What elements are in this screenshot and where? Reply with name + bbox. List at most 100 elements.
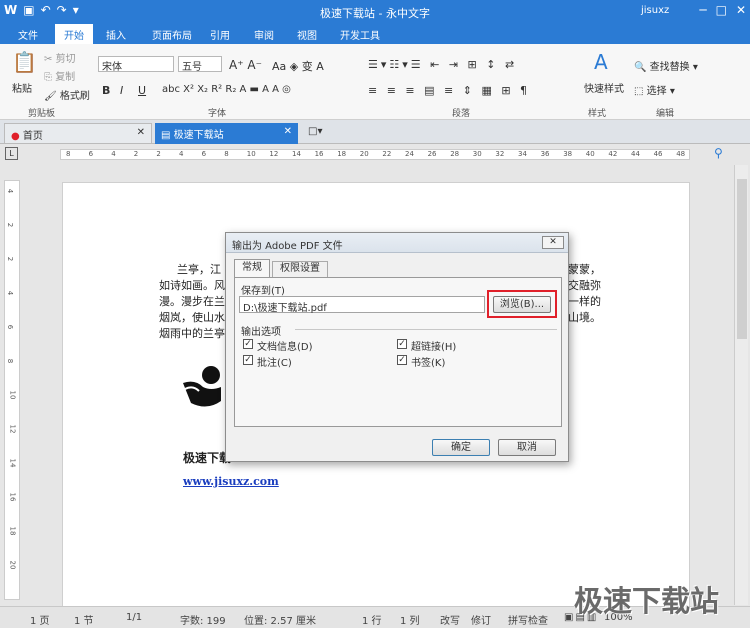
tab-references[interactable]: 引用 bbox=[210, 27, 230, 42]
paste-button[interactable]: 粘贴 bbox=[12, 80, 32, 95]
paste-icon[interactable]: 📋 bbox=[12, 50, 37, 74]
location-pin-icon[interactable]: ⚲ bbox=[714, 146, 730, 163]
cut-button[interactable]: ✂ 剪切 bbox=[44, 50, 76, 65]
dialog-titlebar: 输出为 Adobe PDF 文件 ✕ bbox=[226, 233, 568, 253]
hyperlink-checkbox[interactable]: ✓ bbox=[397, 339, 407, 349]
ruler-tick-label: 32 bbox=[495, 150, 505, 158]
quick-style-icon[interactable]: A bbox=[594, 50, 608, 74]
tab-review[interactable]: 审阅 bbox=[254, 27, 274, 42]
ruler-tick-label: 28 bbox=[450, 150, 460, 158]
vruler-tick-label: 20 bbox=[8, 560, 17, 570]
text-effects-icons[interactable]: abc X² X₂ R² R₂ A ▬ A A ◎ bbox=[162, 84, 291, 95]
doc-text-line4-end: 山境。 bbox=[568, 311, 601, 324]
vruler-tick-label: 14 bbox=[8, 458, 17, 468]
select-button[interactable]: ⬚ 选择 ▾ bbox=[634, 82, 675, 97]
hyperlink-label: 超链接(H) bbox=[411, 342, 457, 353]
comments-checkbox[interactable]: ✓ bbox=[243, 355, 253, 365]
maximize-icon[interactable]: □ bbox=[716, 3, 727, 17]
ruler-tick-label: 26 bbox=[427, 150, 437, 158]
vruler-tick-label: 2 bbox=[6, 256, 15, 262]
logo-image[interactable] bbox=[181, 361, 227, 411]
status-col: 1 列 bbox=[400, 616, 420, 627]
tab-insert[interactable]: 插入 bbox=[106, 27, 126, 42]
cancel-button[interactable]: 取消 bbox=[498, 439, 556, 456]
comments-label: 批注(C) bbox=[257, 358, 292, 369]
ruler-tick-label: 6 bbox=[88, 150, 94, 158]
doc-text-line1-end: 蒙蒙， bbox=[568, 263, 601, 276]
title-bar: W ▣ ↶ ↷ ▾ 极速下载站 - 永中文字 jisuxz ─ □ ✕ bbox=[0, 0, 750, 24]
tab-home[interactable]: 开始 bbox=[55, 24, 93, 44]
copy-button[interactable]: ⎘ 复制 bbox=[44, 68, 75, 83]
list-buttons[interactable]: ☰▾☷▾☰ ⇤ ⇥ ⊞ ↕ ⇄ bbox=[368, 58, 517, 71]
style-group-label: 样式 bbox=[588, 109, 607, 119]
docinfo-label: 文档信息(D) bbox=[257, 342, 313, 353]
close-tab-icon[interactable]: ✕ bbox=[137, 127, 145, 138]
tab-view[interactable]: 视图 bbox=[297, 27, 317, 42]
status-words: 字数: 199 bbox=[180, 616, 226, 627]
tab-permissions[interactable]: 权限设置 bbox=[272, 261, 328, 277]
font-size-select[interactable]: 五号 bbox=[178, 56, 222, 73]
font-group-label: 字体 bbox=[208, 109, 227, 119]
ruler-tick-label: 48 bbox=[676, 150, 686, 158]
ruler-tick-label: 44 bbox=[631, 150, 640, 158]
docinfo-checkbox[interactable]: ✓ bbox=[243, 339, 253, 349]
bookmarks-label: 书签(K) bbox=[411, 358, 446, 369]
format-painter-button[interactable]: 🖌 格式刷 bbox=[44, 87, 90, 102]
doc-tab-home[interactable]: ● 首页 ✕ bbox=[4, 123, 152, 144]
status-pages: 1/1 bbox=[126, 612, 143, 623]
doc-text-line2-end: 交融弥 bbox=[568, 279, 601, 292]
ok-button[interactable]: 确定 bbox=[432, 439, 490, 456]
doc-text-line4-start: 烟岚，使山水 bbox=[159, 311, 225, 324]
tab-developer[interactable]: 开发工具 bbox=[340, 27, 380, 42]
find-replace-button[interactable]: 🔍 查找替换 ▾ bbox=[634, 58, 698, 73]
tab-page-layout[interactable]: 页面布局 bbox=[152, 27, 192, 42]
vruler-tick-label: 4 bbox=[6, 290, 15, 296]
bold-button[interactable]: B bbox=[102, 84, 110, 97]
ruler-tick-label: 18 bbox=[337, 150, 347, 158]
status-spellcheck[interactable]: 拼写检查 bbox=[508, 612, 548, 627]
italic-button[interactable]: I bbox=[120, 84, 123, 97]
ruler-tick-label: 22 bbox=[382, 150, 392, 158]
vertical-scrollbar[interactable] bbox=[734, 165, 748, 605]
user-name[interactable]: jisuxz bbox=[641, 5, 669, 16]
status-revise[interactable]: 修订 bbox=[471, 612, 491, 627]
status-position: 位置: 2.57 厘米 bbox=[244, 616, 316, 627]
dialog-panel: 保存到(T) D:\极速下载站.pdf 浏览(B)... 输出选项 ✓ 文档信息… bbox=[234, 277, 562, 427]
horizontal-ruler[interactable]: L 8 6 4 2 2 4 6 8 10 12 14 16 18 20 22 24 26 28 30 32 34 36 38… bbox=[0, 144, 750, 164]
tab-general[interactable]: 常规 bbox=[234, 259, 270, 277]
ruler-tick-label: 4 bbox=[179, 150, 184, 158]
minimize-icon[interactable]: ─ bbox=[699, 3, 706, 17]
doc-tab-active[interactable]: ▤ 极速下载站 ✕ bbox=[155, 123, 298, 144]
ruler-tick-label: 30 bbox=[472, 150, 482, 158]
vruler-tick-label: 6 bbox=[6, 324, 15, 330]
new-tab-button[interactable]: □▾ bbox=[302, 123, 328, 144]
bookmarks-checkbox[interactable]: ✓ bbox=[397, 355, 407, 365]
close-icon[interactable]: ✕ bbox=[736, 3, 746, 17]
save-path-input[interactable]: D:\极速下载站.pdf bbox=[239, 296, 485, 314]
dialog-close-icon[interactable]: ✕ bbox=[542, 236, 564, 249]
doc-link[interactable]: www.jisuxz.com bbox=[183, 475, 279, 488]
font-tools-icons[interactable]: Aa ◈ 变 A bbox=[272, 58, 324, 74]
export-pdf-dialog: 输出为 Adobe PDF 文件 ✕ 常规 权限设置 保存到(T) D:\极速下… bbox=[225, 232, 569, 462]
ruler-tick-label: 20 bbox=[359, 150, 369, 158]
grow-font-icon[interactable]: A⁺ A⁻ bbox=[229, 58, 262, 72]
browse-button[interactable]: 浏览(B)... bbox=[493, 296, 551, 313]
doc-text-line3-end: 一样的 bbox=[568, 295, 601, 308]
close-tab-icon[interactable]: ✕ bbox=[284, 126, 292, 137]
status-section: 1 节 bbox=[74, 616, 94, 627]
quick-style-button[interactable]: 快速样式 bbox=[584, 80, 624, 95]
document-icon: ▤ bbox=[161, 130, 171, 141]
tab-file[interactable]: 文件 bbox=[18, 27, 38, 42]
ruler-tick-label: 46 bbox=[653, 150, 663, 158]
doc-text-line3-start: 漫。漫步在兰 bbox=[159, 295, 225, 308]
align-buttons[interactable]: ≡ ≡ ≡ ▤ ≡ ⇕ ▦ ⊞ ¶ bbox=[368, 84, 530, 97]
font-name-select[interactable]: 宋体 bbox=[98, 56, 174, 73]
tab-selector-icon[interactable]: L bbox=[5, 147, 18, 160]
scrollbar-thumb[interactable] bbox=[737, 179, 747, 339]
ruler-tick-label: 2 bbox=[156, 150, 161, 158]
vruler-tick-label: 12 bbox=[8, 424, 17, 434]
underline-button[interactable]: U bbox=[138, 84, 146, 97]
status-overwrite[interactable]: 改写 bbox=[440, 612, 460, 627]
home-icon: ● bbox=[11, 131, 20, 142]
ruler-tick-label: 36 bbox=[540, 150, 550, 158]
